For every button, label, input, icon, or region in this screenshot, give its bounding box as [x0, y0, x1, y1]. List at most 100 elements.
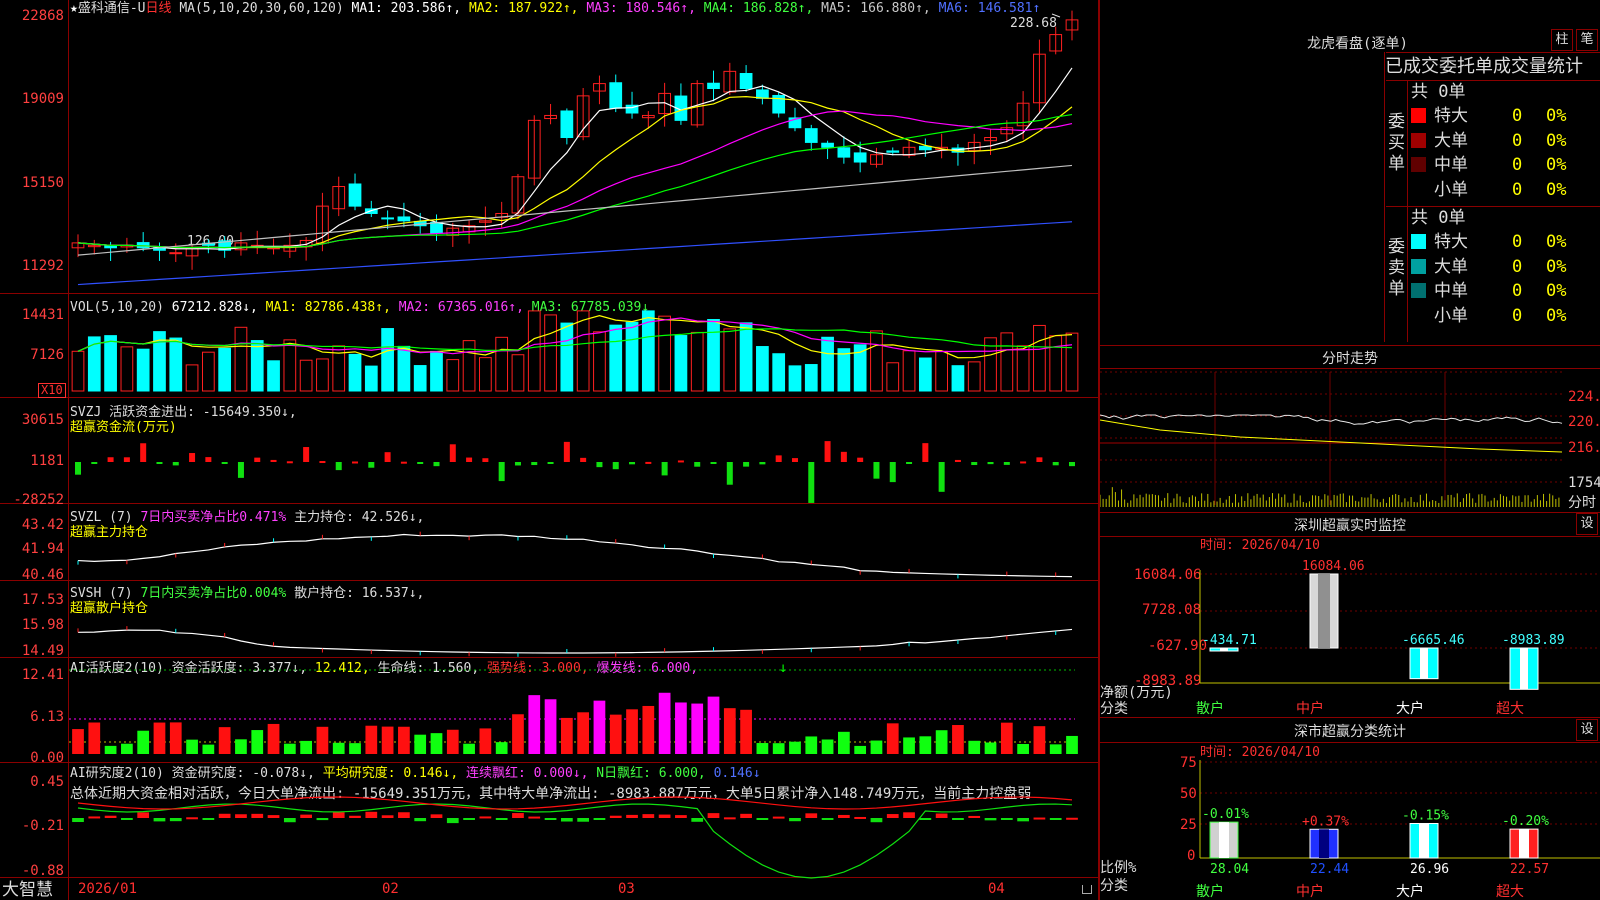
candle-body [169, 252, 183, 255]
stat-axis-label: 比例% [1100, 860, 1137, 876]
fund-flow-bar [596, 462, 603, 468]
research-bar [283, 818, 296, 823]
research-bar [169, 818, 182, 822]
research-bar [642, 814, 655, 818]
svsh-pane-header: SVSH (7) 7日内买卖净占比0.004% 散户持仓: 16.537↓, [70, 586, 425, 601]
retail-holding-line [77, 628, 1073, 654]
candle-body [739, 73, 753, 90]
activity-bar [72, 729, 84, 754]
period-label[interactable]: 日线 [145, 1, 171, 16]
volume-bar [120, 346, 134, 392]
activity-bar [756, 743, 769, 754]
ma1-line [77, 67, 1073, 250]
volume-bar [870, 330, 883, 392]
candle-body [1049, 34, 1063, 52]
svsh-tick: 17.53 [21, 592, 64, 608]
ma2-line [77, 95, 1073, 249]
intraday-price-line [1100, 414, 1563, 425]
monitor-bar-highlight [1520, 648, 1528, 690]
activity-bar [235, 739, 247, 754]
order-count: 0 [1512, 256, 1523, 277]
bar-view-button[interactable]: 柱 [1551, 29, 1573, 51]
svzj-pane-header: SVZJ 活跃资金进出: -15649.350↓, [70, 405, 297, 420]
favorite-star-icon[interactable]: ★ [70, 1, 78, 16]
volume-bar [1065, 332, 1079, 392]
fund-flow-bar [498, 462, 505, 482]
research-bar [414, 818, 427, 822]
volume-bar [544, 314, 557, 392]
candle-body [430, 221, 443, 234]
monitor-value-label: -8983.89 [1502, 633, 1565, 648]
ma4-value: MA4: 186.828↑, [703, 1, 814, 16]
right-panel-canvas: -434.71 16084.06 -6665.46 -8983.89 -0.01% 28.… [1100, 371, 1600, 877]
activity-bar [349, 743, 361, 754]
sell-row: 特大 [1411, 230, 1468, 254]
monitor-bar [1309, 573, 1339, 649]
activity-bar [658, 692, 671, 754]
activity-bar [952, 725, 964, 754]
fund-flow-bar [791, 458, 798, 462]
candle-body [674, 95, 688, 121]
sell-orders-label: 委卖单 [1388, 237, 1405, 299]
legend-swatch [1411, 157, 1426, 172]
sell-row: 中单 [1411, 279, 1468, 303]
candle-body [511, 176, 525, 214]
activity-bar [479, 728, 492, 754]
fund-flow-bar [971, 462, 978, 466]
volume-bar [462, 340, 476, 392]
research-bar [446, 818, 459, 824]
candle-body [886, 150, 900, 153]
volume-bar [104, 335, 117, 392]
ma1-value: MA1: 203.586↑, [351, 1, 462, 16]
fund-flow-bar [1052, 462, 1059, 466]
monitor-settings-button[interactable]: 设 [1576, 513, 1598, 535]
volume-bar [837, 348, 851, 392]
order-size-name: 大单 [1434, 256, 1468, 277]
research-bar [463, 818, 475, 820]
activity-bar [544, 699, 557, 754]
activity-bar [838, 731, 850, 754]
chart-canvas[interactable]: ↓ [0, 0, 1098, 900]
research-bar [919, 818, 932, 820]
lock-icon[interactable] [1082, 885, 1092, 894]
date-tick: 03 [618, 881, 635, 897]
volume-bar [87, 336, 101, 392]
research-bar [430, 814, 443, 818]
activity-bar [316, 726, 329, 754]
order-percent: 0% [1546, 130, 1567, 151]
research-bar [1017, 818, 1029, 822]
fund-flow-bar [938, 462, 945, 492]
ai2-tick: -0.21 [21, 818, 64, 834]
fund-flow-bar [368, 462, 375, 468]
monitor-bar-highlight [1220, 648, 1228, 651]
tick-view-button[interactable]: 笔 [1576, 29, 1598, 51]
chart-area[interactable]: ★盛科通信-U日线 MA(5,10,20,30,60,120) MA1: 203… [0, 0, 1098, 900]
volume-bar [690, 331, 704, 392]
research-bar [153, 818, 166, 822]
stock-name[interactable]: 盛科通信-U [78, 1, 146, 16]
research-bar [121, 818, 133, 820]
volume-bar [788, 365, 802, 392]
volume-bar [267, 360, 280, 392]
brand-logo[interactable]: 大智慧 [2, 880, 53, 900]
stat-settings-button[interactable]: 设 [1576, 719, 1598, 741]
candle-body [381, 217, 394, 220]
volume-bar [756, 346, 769, 392]
candle-body [283, 244, 297, 252]
research-bar [332, 812, 345, 818]
activity-bar [626, 709, 638, 754]
sell-row: 小单 [1411, 304, 1468, 328]
volume-bar [804, 364, 818, 392]
fund-flow-bar [661, 462, 668, 476]
research-bar [1049, 818, 1062, 820]
intraday-title: 分时走势 [1322, 351, 1378, 367]
candle-body [250, 244, 264, 247]
ma5-value: MA5: 166.880↑, [821, 1, 931, 16]
activity-bar [137, 730, 150, 754]
pane-divider [0, 503, 1098, 504]
divider [1100, 536, 1600, 537]
candle-body [821, 142, 834, 148]
volume-bar [821, 336, 834, 392]
intraday-tick: 1754 [1568, 475, 1600, 491]
ai1-tick: 6.13 [30, 709, 64, 725]
